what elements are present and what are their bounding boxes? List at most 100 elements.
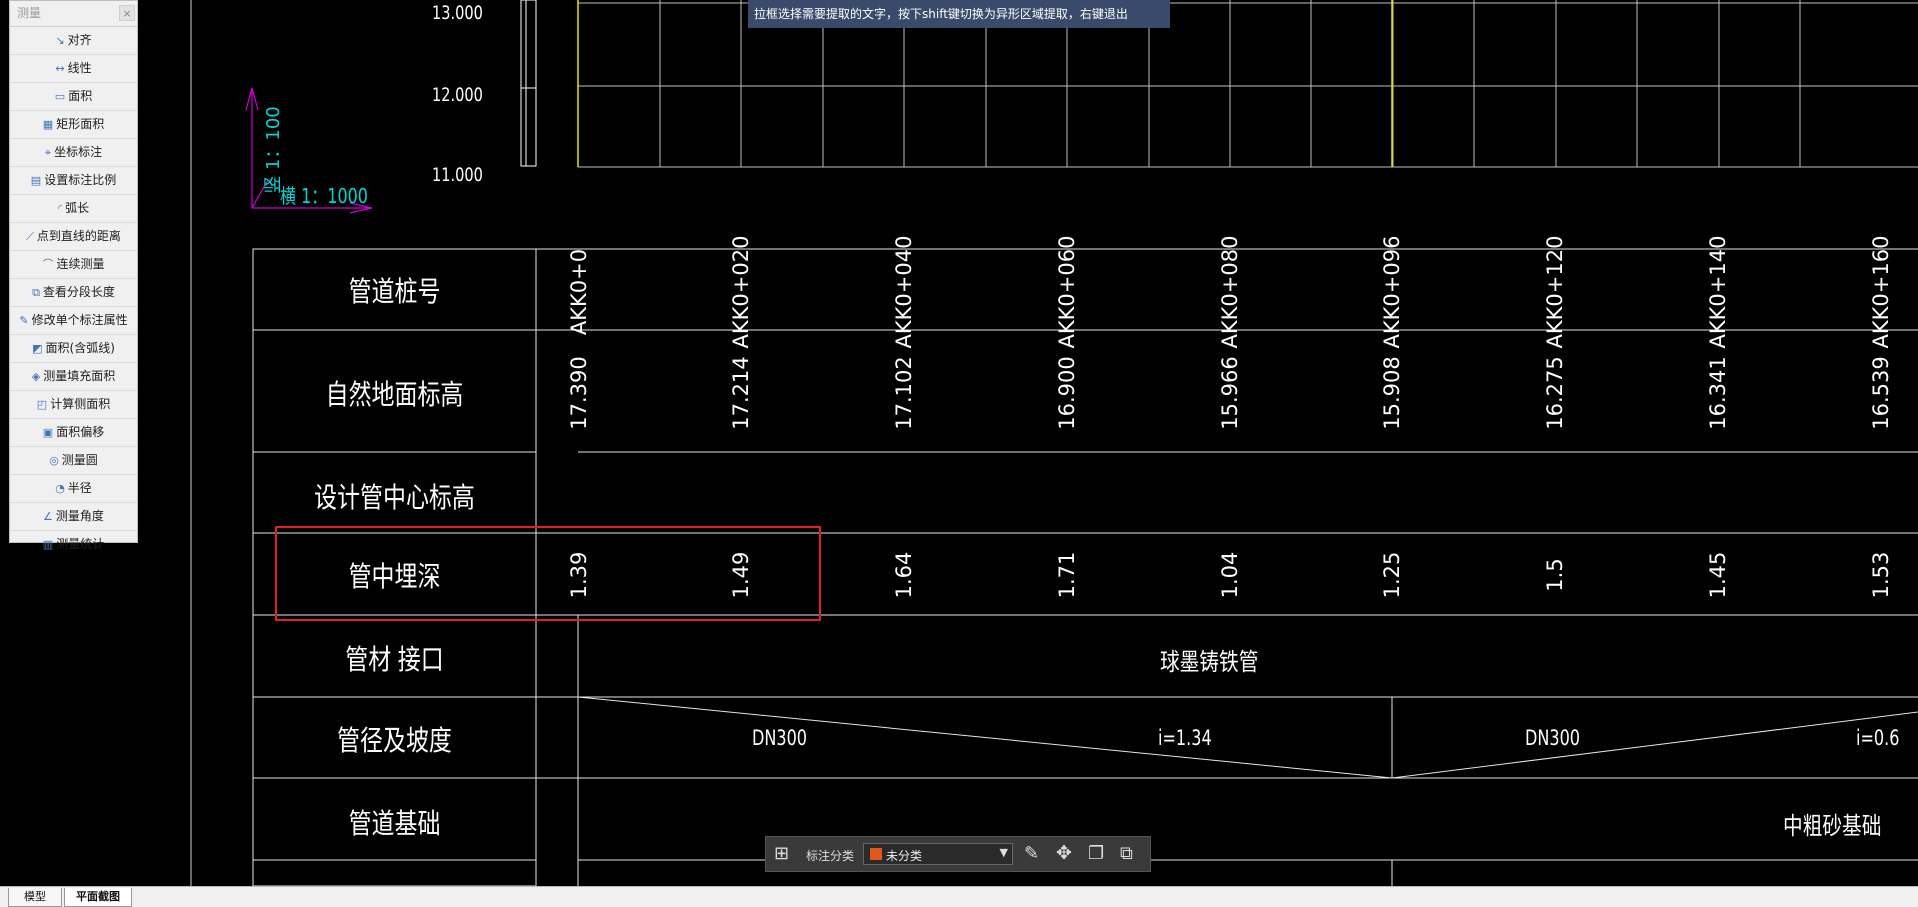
measure-panel: 测量 × ↘ 对齐 ↔ 线性 ▭ 面积 ▦ 矩形面积 ⌖ 坐标标注 ▤ 设置标注比例 ◜ 弧长… bbox=[9, 0, 138, 551]
linear-measure-icon: ↔ bbox=[55, 62, 65, 75]
station-label: AKK0+160 bbox=[1869, 235, 1893, 349]
row-label-diameter-slope: 管径及坡度 bbox=[337, 724, 452, 757]
ground-elevation-value: 17.102 bbox=[892, 356, 916, 430]
tool-coordinate[interactable]: ⌖ 坐标标注 bbox=[10, 139, 137, 167]
station-label: AKK0+080 bbox=[1218, 235, 1242, 349]
tool-arc-area[interactable]: ◩ 面积(含弧线) bbox=[10, 335, 137, 363]
tool-label: 弧长 bbox=[65, 201, 90, 215]
tab-plan-screenshot[interactable]: 平面截图 bbox=[64, 888, 132, 907]
scale-icon: ▤ bbox=[30, 174, 42, 187]
angle-icon: ∠ bbox=[43, 510, 53, 523]
area-icon: ▭ bbox=[54, 90, 66, 103]
selection-rectangle bbox=[275, 526, 821, 621]
tool-label: 面积偏移 bbox=[56, 425, 105, 439]
tool-rect-area[interactable]: ▦ 矩形面积 bbox=[10, 111, 137, 139]
grid-icon[interactable]: ⊞ bbox=[774, 843, 789, 864]
burial-depth-value: 1.5 bbox=[1543, 558, 1567, 592]
point-line-icon: ⟋ bbox=[26, 230, 34, 243]
tool-angle[interactable]: ∠ 测量角度 bbox=[10, 503, 137, 531]
burial-depth-value: 1.71 bbox=[1055, 551, 1079, 599]
tool-circle[interactable]: ◎ 测量圆 bbox=[10, 447, 137, 475]
burial-depth-value: 1.53 bbox=[1869, 551, 1893, 599]
area-offset-icon: ▣ bbox=[42, 426, 54, 439]
burial-depth-value: 1.45 bbox=[1706, 551, 1730, 599]
annotation-toolbar: ⊞ 标注分类 未分类 ▼ ✎ ✥ ❐ ⧉ bbox=[765, 836, 1151, 872]
burial-depth-value: 1.04 bbox=[1218, 551, 1242, 599]
tool-arc-length[interactable]: ◜ 弧长 bbox=[10, 195, 137, 223]
tool-area[interactable]: ▭ 面积 bbox=[10, 83, 137, 111]
segment-length-icon: ⧉ bbox=[32, 286, 40, 299]
cad-drawing-lines bbox=[190, 0, 1918, 887]
tool-label: 半径 bbox=[67, 481, 92, 495]
tool-label: 计算侧面积 bbox=[50, 397, 111, 411]
tool-radius[interactable]: ◔ 半径 bbox=[10, 475, 137, 503]
ground-elevation-value: 17.390 bbox=[567, 356, 591, 430]
elevation-label: 12.000 bbox=[432, 84, 483, 106]
elevation-label: 11.000 bbox=[432, 164, 483, 186]
station-label: AKK0+020 bbox=[729, 235, 753, 349]
arc-length-icon: ◜ bbox=[57, 202, 63, 215]
copy-icon[interactable]: ❐ bbox=[1088, 843, 1104, 864]
instruction-tooltip: 拉框选择需要提取的文字，按下shift键切换为异形区域提取，右键退出 bbox=[748, 0, 1170, 28]
align-measure-icon: ↘ bbox=[55, 34, 65, 47]
move-icon[interactable]: ✥ bbox=[1056, 842, 1072, 864]
tool-linear[interactable]: ↔ 线性 bbox=[10, 55, 137, 83]
statistics-icon: ▥ bbox=[42, 538, 54, 551]
tool-side-area[interactable]: ◰ 计算侧面积 bbox=[10, 391, 137, 419]
pipe-diameter-value: DN300 bbox=[752, 726, 808, 750]
tool-continuous[interactable]: ⌒ 连续测量 bbox=[10, 251, 137, 279]
category-color-swatch bbox=[870, 848, 882, 860]
burial-depth-value: 1.64 bbox=[892, 551, 916, 599]
category-select[interactable]: 未分类 ▼ bbox=[863, 843, 1013, 865]
row-label-foundation: 管道基础 bbox=[348, 807, 441, 840]
tool-statistics[interactable]: ▥ 测量统计 bbox=[10, 531, 137, 558]
row-label-ground-elevation: 自然地面标高 bbox=[325, 378, 464, 411]
tool-label: 修改单个标注属性 bbox=[31, 313, 128, 327]
chevron-down-icon: ▼ bbox=[999, 846, 1008, 859]
tool-segment-length[interactable]: ⧉ 查看分段长度 bbox=[10, 279, 137, 307]
elevation-label: 13.000 bbox=[432, 2, 483, 24]
circle-measure-icon: ◎ bbox=[49, 454, 59, 467]
tool-edit-annotation[interactable]: ✎ 修改单个标注属性 bbox=[10, 307, 137, 335]
tool-label: 测量圆 bbox=[61, 453, 98, 467]
paste-icon[interactable]: ⧉ bbox=[1120, 843, 1133, 864]
ground-elevation-value: 16.341 bbox=[1706, 356, 1730, 430]
ground-elevation-value: 16.275 bbox=[1543, 356, 1567, 430]
edit-annotation-icon: ✎ bbox=[19, 314, 29, 327]
row-label-pipe-material: 管材 接口 bbox=[345, 643, 444, 676]
tool-label: 坐标标注 bbox=[54, 145, 103, 159]
tool-label: 面积 bbox=[68, 89, 93, 103]
category-value: 未分类 bbox=[886, 849, 923, 863]
tool-label: 测量统计 bbox=[56, 537, 105, 551]
station-label: AKK0+120 bbox=[1543, 235, 1567, 349]
tool-fill-area[interactable]: ◈ 测量填充面积 bbox=[10, 363, 137, 391]
arc-area-icon: ◩ bbox=[32, 342, 43, 355]
burial-depth-value: 1.25 bbox=[1380, 551, 1404, 599]
pipe-slope-value: i=0.6 bbox=[1856, 726, 1900, 750]
category-label: 标注分类 bbox=[806, 849, 855, 863]
edit-icon[interactable]: ✎ bbox=[1024, 843, 1039, 864]
tool-label: 设置标注比例 bbox=[44, 173, 117, 187]
tool-label: 测量填充面积 bbox=[43, 369, 116, 383]
tool-area-offset[interactable]: ▣ 面积偏移 bbox=[10, 419, 137, 447]
pipe-diameter-value: DN300 bbox=[1525, 726, 1581, 750]
tool-label: 查看分段长度 bbox=[42, 285, 115, 299]
panel-title: 测量 × bbox=[10, 1, 137, 27]
tool-align[interactable]: ↘ 对齐 bbox=[10, 27, 137, 55]
close-icon[interactable]: × bbox=[119, 5, 135, 21]
tool-label: 测量角度 bbox=[55, 509, 104, 523]
continuous-measure-icon: ⌒ bbox=[42, 258, 54, 271]
tool-point-line[interactable]: ⟋ 点到直线的距离 bbox=[10, 223, 137, 251]
horizontal-scale-label: 横 1：1000 bbox=[280, 184, 368, 208]
tab-model[interactable]: 模型 bbox=[8, 888, 62, 907]
row-label-station: 管道桩号 bbox=[348, 275, 441, 308]
ground-elevation-value: 17.214 bbox=[729, 356, 753, 430]
station-label: AKK0+040 bbox=[892, 235, 916, 349]
tool-scale[interactable]: ▤ 设置标注比例 bbox=[10, 167, 137, 195]
radius-icon: ◔ bbox=[55, 482, 65, 495]
tool-label: 线性 bbox=[67, 61, 92, 75]
station-label: AKK0+096 bbox=[1380, 235, 1404, 349]
pipe-material-value: 球墨铸铁管 bbox=[1160, 648, 1259, 676]
ground-elevation-value: 16.900 bbox=[1055, 356, 1079, 430]
foundation-value: 中粗砂基础 bbox=[1783, 812, 1882, 840]
